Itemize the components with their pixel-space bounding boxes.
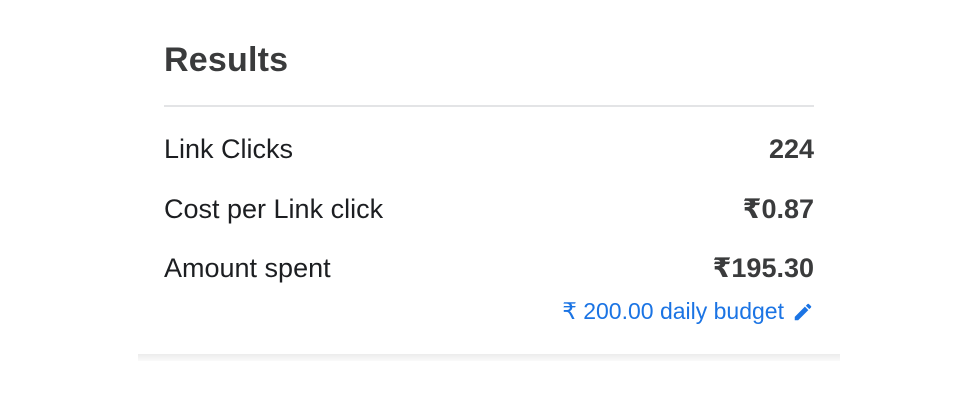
link-clicks-value: 224 xyxy=(768,134,814,164)
amount-spent-label: Amount spent xyxy=(164,253,331,283)
daily-budget-link[interactable]: ₹ 200.00 daily budget xyxy=(562,298,814,325)
cost-per-link-click-label: Cost per Link click xyxy=(164,194,384,224)
pencil-icon[interactable] xyxy=(792,301,814,323)
amount-spent-value: ₹195.30 xyxy=(712,253,814,283)
results-divider xyxy=(164,105,814,107)
link-clicks-label: Link Clicks xyxy=(164,134,294,164)
results-title: Results xyxy=(164,41,289,79)
card-bottom-edge xyxy=(138,354,840,361)
daily-budget-text: ₹ 200.00 daily budget xyxy=(562,298,784,324)
cost-per-link-click-value: ₹0.87 xyxy=(742,194,814,224)
